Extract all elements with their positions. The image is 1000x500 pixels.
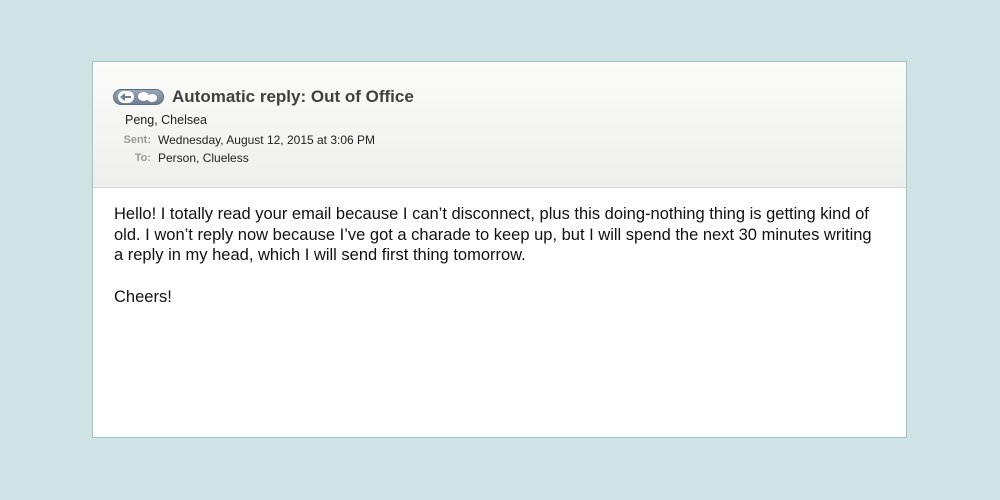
email-header: Automatic reply: Out of Office Peng, Che… — [93, 62, 906, 188]
body-signoff: Cheers! — [114, 287, 172, 306]
reply-arrow-icon — [118, 91, 134, 103]
sent-row: Sent: Wednesday, August 12, 2015 at 3:06… — [93, 133, 906, 149]
to-row: To: Person, Clueless — [93, 151, 906, 167]
to-label: To: — [134, 152, 151, 164]
recipient-name[interactable]: Person, Clueless — [158, 151, 249, 165]
sent-date: Wednesday, August 12, 2015 at 3:06 PM — [158, 133, 376, 147]
chat-bubble-icon — [147, 94, 157, 102]
conversation-icon[interactable] — [113, 89, 164, 105]
email-message-window: Automatic reply: Out of Office Peng, Che… — [92, 61, 907, 438]
sender-name[interactable]: Peng, Chelsea — [125, 113, 207, 127]
sent-label: Sent: — [123, 134, 152, 146]
body-paragraph: Hello! I totally read your email because… — [114, 205, 872, 264]
email-body: Hello! I totally read your email because… — [93, 188, 906, 307]
email-subject: Automatic reply: Out of Office — [172, 87, 414, 106]
